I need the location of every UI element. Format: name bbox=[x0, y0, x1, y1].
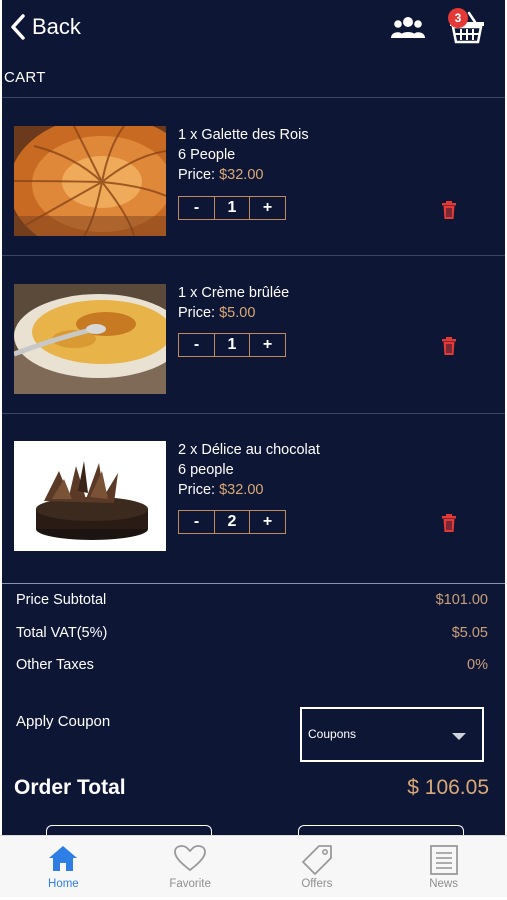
item-info: 2 x Délice au chocolat 6 people Price: $… bbox=[178, 440, 320, 500]
quantity-value: 1 bbox=[214, 334, 250, 356]
vat-label: Total VAT(5%) bbox=[16, 625, 108, 641]
item-price: $32.00 bbox=[219, 482, 264, 498]
increase-quantity-button[interactable]: + bbox=[250, 197, 285, 219]
cart-screen: Back 3 CART 1 x Galette des Rois 6 Peopl… bbox=[2, 0, 505, 835]
home-icon bbox=[49, 846, 78, 871]
item-price-line: Price: $32.00 bbox=[178, 165, 309, 185]
quantity-value: 1 bbox=[214, 197, 250, 219]
chevron-left-icon bbox=[11, 14, 25, 40]
product-image-delice-chocolat bbox=[14, 441, 166, 551]
other-taxes-row: Other Taxes 0% bbox=[16, 657, 488, 673]
other-taxes-label: Other Taxes bbox=[16, 657, 94, 673]
tab-home[interactable]: Home bbox=[0, 836, 127, 897]
bottom-tab-bar: Home Favorite Offers News bbox=[0, 835, 507, 897]
item-price-line: Price: $32.00 bbox=[178, 480, 320, 500]
coupon-selected-value: Coupons bbox=[308, 727, 357, 741]
tab-label: Favorite bbox=[169, 878, 211, 890]
item-price-line: Price: $5.00 bbox=[178, 303, 289, 323]
item-servings: 6 people bbox=[178, 462, 234, 478]
tab-favorite[interactable]: Favorite bbox=[127, 836, 254, 897]
cart-button[interactable]: 3 bbox=[445, 6, 489, 46]
decrease-quantity-button[interactable]: - bbox=[179, 334, 214, 356]
item-info: 1 x Crème brûlée Price: $5.00 bbox=[178, 283, 289, 323]
people-icon[interactable] bbox=[390, 14, 426, 42]
coupon-dropdown[interactable]: Coupons bbox=[300, 707, 484, 762]
decrease-quantity-button[interactable]: - bbox=[179, 197, 214, 219]
tab-label: Home bbox=[48, 878, 79, 890]
cart-item-galette: 1 x Galette des Rois 6 People Price: $32… bbox=[2, 98, 505, 255]
divider bbox=[2, 583, 505, 584]
newspaper-icon bbox=[429, 845, 458, 875]
subtotal-label: Price Subtotal bbox=[16, 592, 107, 608]
decrease-quantity-button[interactable]: - bbox=[179, 511, 214, 533]
subtotal-value: $101.00 bbox=[435, 592, 488, 608]
item-name: 1 x Crème brûlée bbox=[178, 285, 290, 301]
price-label: Price: bbox=[178, 305, 216, 321]
trash-icon[interactable] bbox=[441, 337, 457, 355]
tab-label: News bbox=[429, 878, 458, 890]
item-price: $5.00 bbox=[219, 305, 256, 321]
other-taxes-value: 0% bbox=[467, 657, 488, 673]
tab-news[interactable]: News bbox=[380, 836, 507, 897]
price-label: Price: bbox=[178, 167, 216, 183]
tab-offers[interactable]: Offers bbox=[254, 836, 381, 897]
increase-quantity-button[interactable]: + bbox=[250, 511, 285, 533]
trash-icon[interactable] bbox=[441, 514, 457, 532]
product-image-galette bbox=[14, 126, 166, 236]
order-total-label: Order Total bbox=[14, 776, 126, 799]
item-price: $32.00 bbox=[219, 167, 264, 183]
action-button-right[interactable] bbox=[298, 825, 464, 835]
action-button-left[interactable] bbox=[46, 825, 212, 835]
dropdown-caret-icon bbox=[452, 733, 466, 740]
heart-icon bbox=[174, 845, 207, 872]
back-label: Back bbox=[32, 14, 81, 39]
tab-label: Offers bbox=[301, 878, 333, 890]
item-info: 1 x Galette des Rois 6 People Price: $32… bbox=[178, 125, 309, 185]
tag-icon bbox=[301, 845, 332, 875]
quantity-stepper: - 1 + bbox=[178, 333, 286, 357]
vat-value: $5.05 bbox=[451, 625, 488, 641]
cart-item-delice-chocolat: 2 x Délice au chocolat 6 people Price: $… bbox=[2, 414, 505, 571]
increase-quantity-button[interactable]: + bbox=[250, 334, 285, 356]
trash-icon[interactable] bbox=[441, 201, 457, 219]
cart-count-badge: 3 bbox=[448, 8, 468, 28]
item-name: 2 x Délice au chocolat bbox=[178, 442, 320, 458]
apply-coupon-label: Apply Coupon bbox=[16, 713, 111, 730]
price-label: Price: bbox=[178, 482, 216, 498]
vat-row: Total VAT(5%) $5.05 bbox=[16, 625, 488, 641]
subtotal-row: Price Subtotal $101.00 bbox=[16, 592, 488, 608]
quantity-value: 2 bbox=[214, 511, 250, 533]
item-name: 1 x Galette des Rois bbox=[178, 127, 309, 143]
page-title: CART bbox=[4, 69, 46, 86]
app-header: Back 3 bbox=[2, 0, 505, 56]
quantity-stepper: - 1 + bbox=[178, 196, 286, 220]
quantity-stepper: - 2 + bbox=[178, 510, 286, 534]
item-servings: 6 People bbox=[178, 147, 236, 163]
order-total-value: $ 106.05 bbox=[407, 776, 489, 799]
back-button[interactable]: Back bbox=[10, 12, 81, 42]
cart-item-creme-brulee: 1 x Crème brûlée Price: $5.00 - 1 + bbox=[2, 256, 505, 413]
product-image-creme-brulee bbox=[14, 284, 166, 394]
